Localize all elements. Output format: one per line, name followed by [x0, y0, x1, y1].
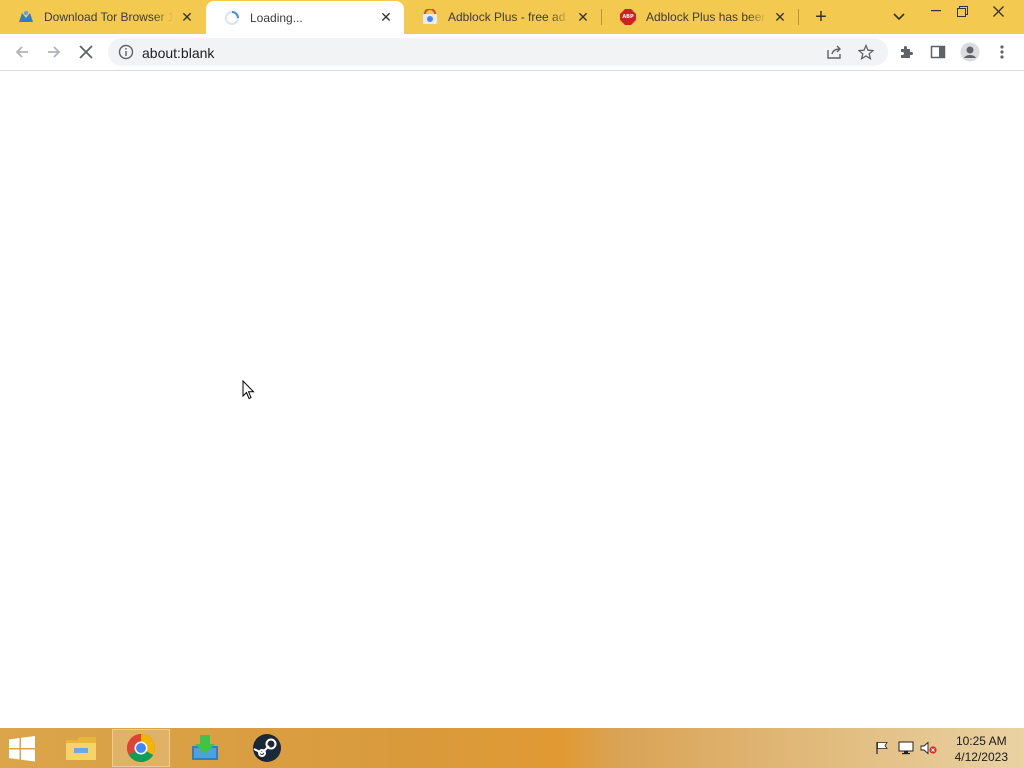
volume-muted-icon[interactable]: [920, 740, 938, 756]
tab-title: Download Tor Browser 12: [44, 10, 173, 24]
close-icon[interactable]: ✕: [575, 9, 591, 25]
loading-spinner-icon: [224, 10, 240, 26]
tab-search-chevron-icon[interactable]: [890, 9, 908, 25]
network-icon[interactable]: [897, 740, 915, 756]
close-icon[interactable]: ✕: [378, 9, 394, 26]
flag-icon[interactable]: [873, 740, 891, 756]
tab-title: Loading...: [250, 10, 303, 25]
steam-icon[interactable]: [238, 729, 296, 767]
menu-kebab-icon[interactable]: [990, 40, 1014, 64]
browser-toolbar: about:blank: [0, 34, 1024, 71]
system-clock[interactable]: 10:25 AM 4/12/2023: [955, 733, 1008, 765]
file-explorer-icon[interactable]: [52, 729, 110, 767]
download-manager-icon[interactable]: [176, 729, 234, 767]
tab-title: Adblock Plus - free ad blocker: [448, 10, 569, 24]
windows-taskbar: 10:25 AM 4/12/2023: [0, 728, 1024, 768]
tab-tor-download[interactable]: Download Tor Browser 12 ✕: [0, 0, 205, 34]
tab-adblock-installed[interactable]: ABP Adblock Plus has been installed ✕: [602, 0, 798, 34]
profile-avatar-icon[interactable]: [958, 40, 982, 64]
chrome-web-store-icon: [422, 9, 438, 25]
abp-icon: ABP: [620, 9, 636, 25]
windows-start-button[interactable]: [8, 736, 38, 762]
tor-project-icon: [18, 9, 34, 25]
restore-button[interactable]: [944, 0, 980, 22]
mouse-cursor-icon: [242, 379, 256, 400]
tab-title: Adblock Plus has been installed: [646, 10, 766, 24]
forward-arrow-icon[interactable]: [42, 40, 66, 64]
new-tab-button[interactable]: +: [810, 6, 832, 28]
address-text[interactable]: about:blank: [142, 45, 214, 61]
clock-date: 4/12/2023: [954, 750, 1008, 764]
address-bar[interactable]: about:blank: [108, 38, 888, 66]
abp-icon-text: ABP: [622, 14, 634, 20]
extensions-puzzle-icon[interactable]: [894, 40, 918, 64]
tab-loading[interactable]: Loading... ✕: [206, 1, 404, 34]
stop-loading-icon[interactable]: [74, 40, 98, 64]
tab-separator: [798, 9, 799, 25]
back-arrow-icon[interactable]: [10, 40, 34, 64]
bookmark-star-icon[interactable]: [854, 40, 878, 64]
close-icon[interactable]: ✕: [772, 9, 788, 25]
chrome-icon[interactable]: [112, 729, 170, 767]
close-window-button[interactable]: [980, 0, 1016, 22]
tab-strip: Download Tor Browser 12 ✕ Loading... ✕ A…: [0, 0, 1024, 34]
clock-time: 10:25 AM: [955, 734, 1007, 748]
tab-adblock-store[interactable]: Adblock Plus - free ad blocker ✕: [404, 0, 601, 34]
side-panel-icon[interactable]: [926, 40, 950, 64]
info-icon[interactable]: [118, 44, 134, 60]
close-icon[interactable]: ✕: [179, 9, 195, 25]
page-content-blank[interactable]: [0, 71, 1024, 728]
share-icon[interactable]: [822, 40, 846, 64]
